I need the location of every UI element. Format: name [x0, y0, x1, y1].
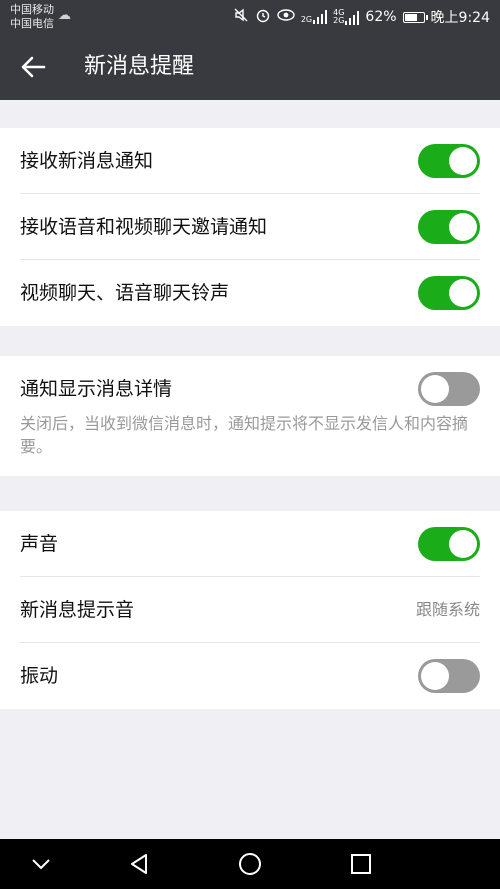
alarm-icon: [255, 7, 271, 27]
switch-knob: [421, 662, 449, 690]
row-receive-new-message[interactable]: 接收新消息通知: [0, 128, 500, 194]
show-message-details-switch[interactable]: [418, 372, 480, 406]
notification-tone-value: 跟随系统: [415, 600, 480, 619]
carrier-2: 中国电信: [10, 17, 54, 30]
row-label: 通知显示消息详情: [20, 378, 173, 400]
nav-home-button[interactable]: [225, 839, 275, 889]
sound-switch[interactable]: [418, 527, 480, 561]
clock: 晚上9:24: [430, 10, 490, 26]
row-sound[interactable]: 声音: [0, 511, 500, 577]
back-button[interactable]: [16, 50, 50, 84]
title-bar: 新消息提醒: [0, 34, 500, 100]
call-invite-notify-switch[interactable]: [418, 210, 480, 244]
chevron-down-icon: [32, 859, 50, 870]
hide-nav-button[interactable]: [16, 839, 66, 889]
row-label: 新消息提示音: [20, 599, 135, 621]
carrier-1: 中国移动: [10, 3, 54, 16]
switch-knob: [449, 530, 477, 558]
call-ringtone-switch[interactable]: [418, 276, 480, 310]
settings-group-details: 通知显示消息详情 关闭后，当收到微信消息时，通知提示将不显示发信人和内容摘要。: [0, 356, 500, 476]
mute-icon: [233, 7, 249, 27]
vibrate-switch[interactable]: [418, 659, 480, 693]
weather-cloud-icon: ☁: [58, 8, 71, 23]
switch-knob: [449, 279, 477, 307]
settings-group-sound: 声音 新消息提示音 跟随系统 振动: [0, 511, 500, 709]
page-title: 新消息提醒: [84, 54, 195, 79]
signal-sim2-icon: 4G 2G: [333, 9, 360, 25]
switch-knob: [449, 147, 477, 175]
battery-icon: [402, 11, 428, 23]
home-circle-icon: [239, 853, 261, 875]
receive-new-message-switch[interactable]: [418, 144, 480, 178]
back-triangle-icon: [131, 854, 147, 874]
switch-knob: [449, 213, 477, 241]
row-vibrate[interactable]: 振动: [0, 643, 500, 709]
row-call-invite-notify[interactable]: 接收语音和视频聊天邀请通知: [0, 194, 500, 260]
carrier-info: 中国移动 中国电信: [10, 3, 54, 31]
system-nav-bar: [0, 839, 500, 889]
row-label: 声音: [20, 533, 59, 555]
row-notification-tone[interactable]: 新消息提示音 跟随系统: [0, 577, 500, 643]
back-arrow-icon: [21, 56, 46, 78]
nav-recents-button[interactable]: [336, 839, 386, 889]
switch-knob: [421, 375, 449, 403]
eye-comfort-icon: [277, 8, 295, 26]
battery-percent: 62%: [365, 9, 397, 25]
status-bar: 中国移动 中国电信 ☁ 2G 4G 2G 62% 晚上9:24: [0, 0, 500, 34]
row-label: 视频聊天、语音聊天铃声: [20, 282, 230, 304]
settings-group-notifications: 接收新消息通知 接收语音和视频聊天邀请通知 视频聊天、语音聊天铃声: [0, 128, 500, 326]
row-label: 接收新消息通知: [20, 150, 154, 172]
row-call-ringtone[interactable]: 视频聊天、语音聊天铃声: [0, 260, 500, 326]
signal-sim1-icon: 2G: [301, 10, 328, 24]
row-label: 振动: [20, 665, 59, 687]
nav-back-button[interactable]: [114, 839, 164, 889]
row-label: 接收语音和视频聊天邀请通知: [20, 216, 268, 238]
row-show-message-details[interactable]: 通知显示消息详情: [0, 356, 500, 422]
recents-square-icon: [351, 854, 371, 874]
